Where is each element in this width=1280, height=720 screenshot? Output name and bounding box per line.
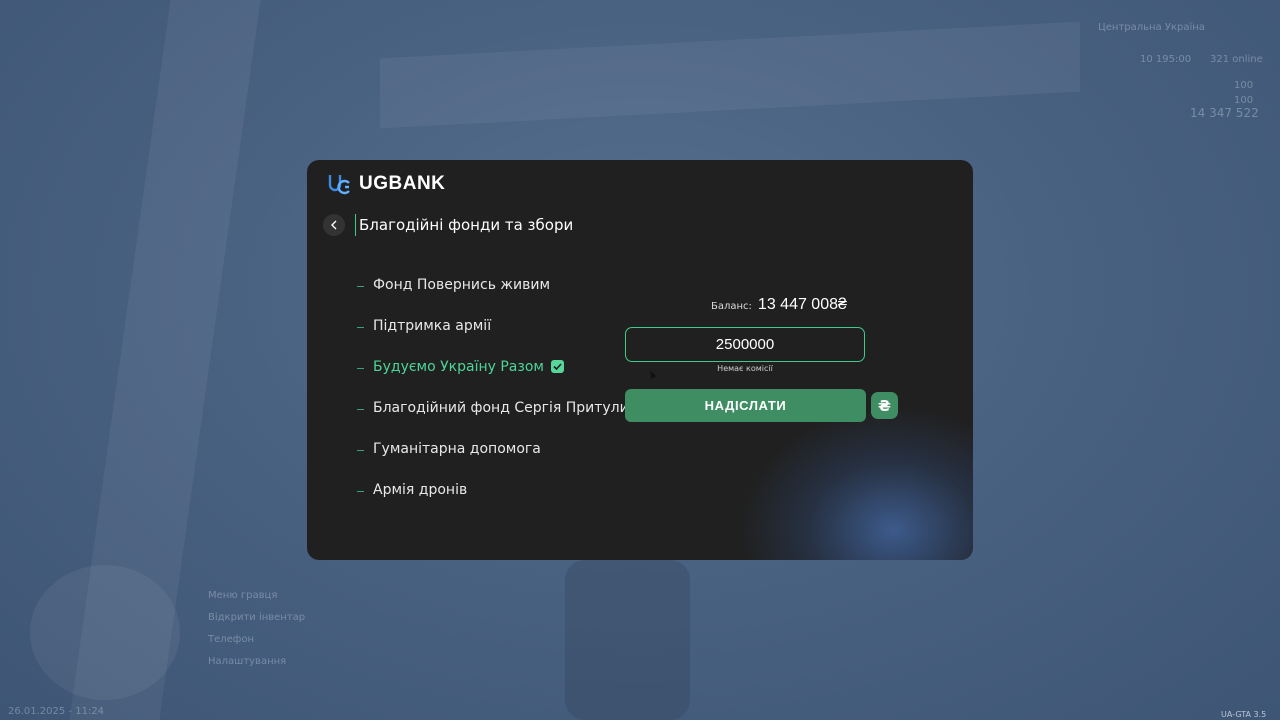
hud-menu-item: Меню гравця: [208, 590, 278, 601]
hud-date-time: 26.01.2025 - 11:24: [8, 706, 105, 717]
dash-marker: [357, 368, 364, 369]
dash-marker: [357, 286, 364, 287]
back-button[interactable]: [323, 214, 345, 236]
fund-label: Благодійний фонд Сергія Притули: [373, 400, 629, 416]
amount-input[interactable]: [625, 327, 865, 362]
fund-item-selected[interactable]: Будуємо Україну Разом: [357, 359, 629, 400]
hud-location: Центральна Україна: [1098, 22, 1205, 33]
hud-menu-item: Відкрити інвентар: [208, 612, 306, 623]
dash-marker: [357, 327, 364, 328]
balance-value: 13 447 008₴: [757, 296, 847, 313]
hud-money: 14 347 522: [1190, 106, 1259, 120]
modal-glow: [743, 410, 973, 560]
minimap: [30, 565, 180, 700]
currency-button[interactable]: ₴: [871, 392, 898, 419]
background-beam: [380, 21, 1080, 129]
hud-stats-b: 321 online: [1210, 54, 1263, 65]
ugbank-logo-icon: [328, 175, 350, 195]
fund-label: Армія дронів: [373, 482, 468, 498]
balance-label: Баланс:: [711, 301, 752, 312]
balance-row: Баланс: 13 447 008₴: [711, 296, 847, 314]
send-button[interactable]: НАДІСЛАТИ: [625, 389, 866, 422]
hud-bar-b-value: 100: [1234, 95, 1254, 106]
hud-menu-item: Телефон: [208, 634, 255, 645]
bank-modal: UGBANK Благодійні фонди та збори Фонд По…: [307, 160, 973, 560]
fund-label: Підтримка армії: [373, 318, 492, 334]
background-figure: [565, 560, 690, 720]
brand-name: UGBANK: [359, 173, 446, 194]
fee-note: Немає комісії: [717, 364, 773, 373]
hud-bar-a-value: 100: [1234, 80, 1254, 91]
checkmark-icon: [550, 360, 564, 373]
fund-label: Будуємо Україну Разом: [373, 359, 544, 375]
fund-item[interactable]: Армія дронів: [357, 482, 629, 523]
dash-marker: [357, 409, 364, 410]
fund-item[interactable]: Фонд Повернись живим: [357, 277, 629, 318]
hud-menu-item: Налаштування: [208, 656, 287, 667]
fund-item[interactable]: Підтримка армії: [357, 318, 629, 359]
fund-label: Фонд Повернись живим: [373, 277, 551, 293]
chevron-left-icon: [331, 220, 337, 230]
dash-marker: [357, 450, 364, 451]
fund-item[interactable]: Гуманітарна допомога: [357, 441, 629, 482]
fund-list: Фонд Повернись живим Підтримка армії Буд…: [357, 277, 629, 523]
hud-stats-a: 10 195:00: [1140, 54, 1192, 65]
brand: UGBANK: [327, 172, 445, 196]
fund-item[interactable]: Благодійний фонд Сергія Притули: [357, 400, 629, 441]
dash-marker: [357, 491, 364, 492]
hud-version: UA-GTA 3.5: [1221, 710, 1267, 719]
page-title: Благодійні фонди та збори: [355, 214, 573, 236]
fund-label: Гуманітарна допомога: [373, 441, 541, 457]
